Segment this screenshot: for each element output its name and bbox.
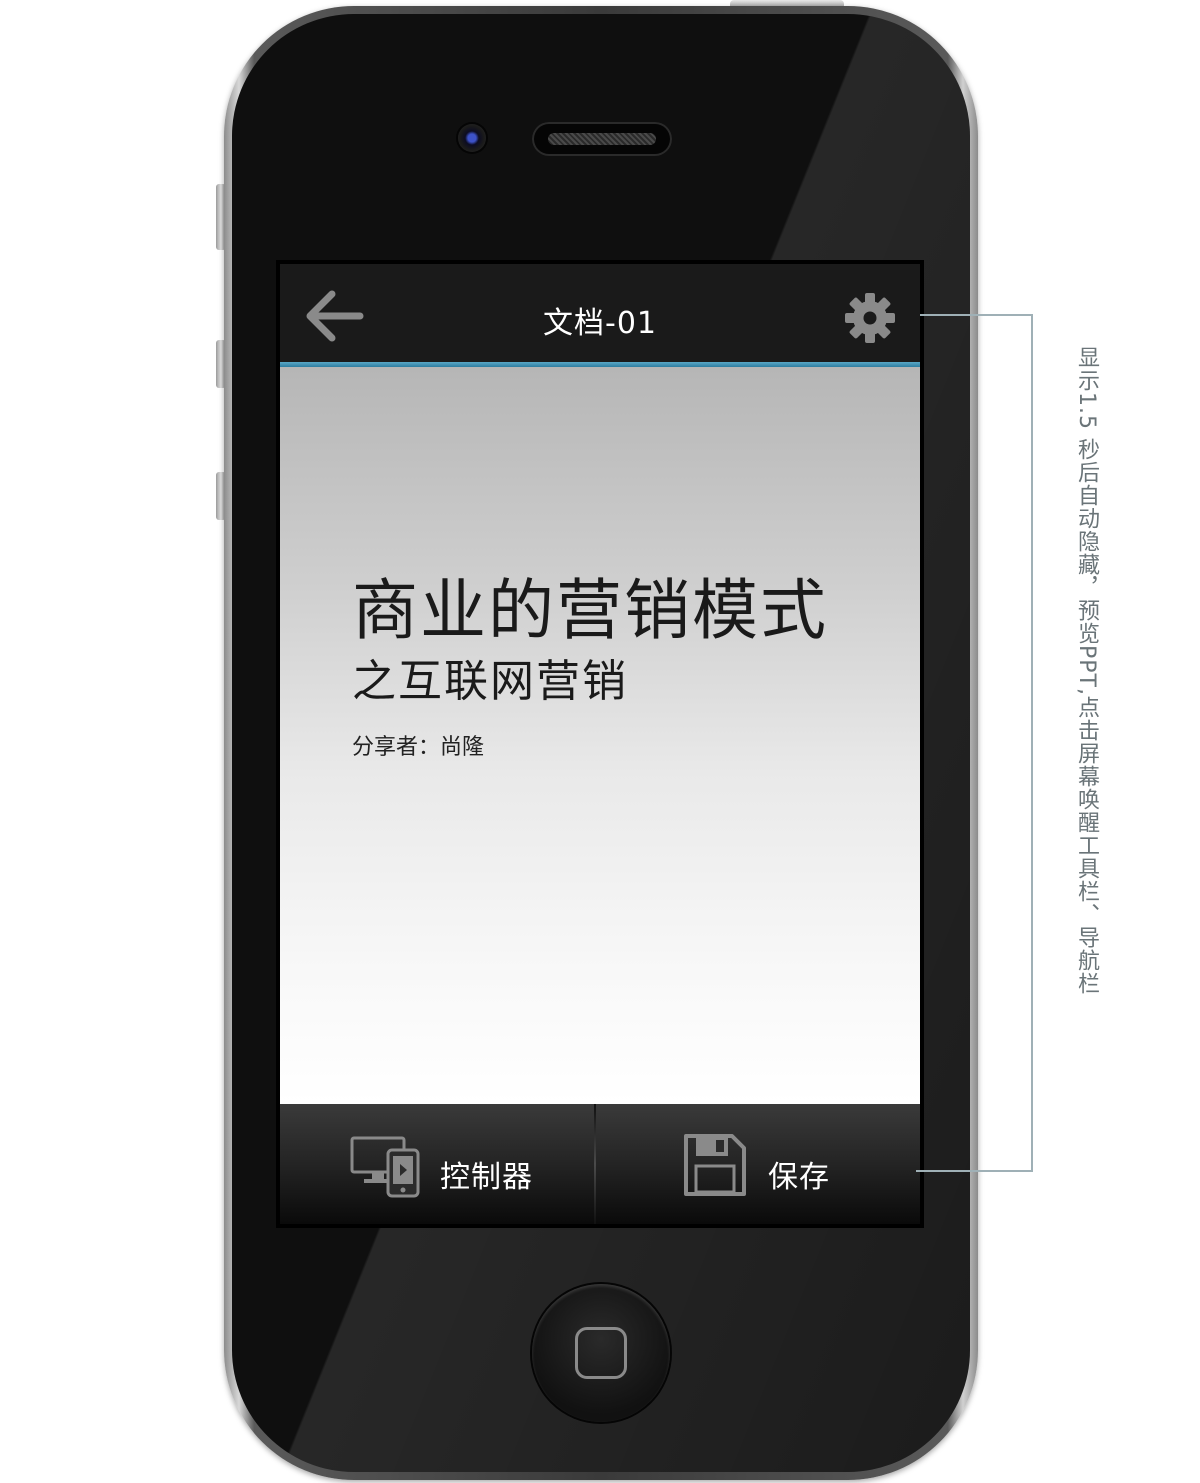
controller-label: 控制器 — [440, 1160, 533, 1195]
floppy-disk-icon — [684, 1134, 746, 1196]
annotation-bracket — [916, 314, 1033, 1172]
speaker-grill — [548, 133, 656, 145]
annotation-note: 显示1.5 秒后自动隐藏，预览PPT,点击屏幕唤醒工具栏、导航栏 — [1074, 346, 1099, 995]
slide-title: 商业的营销模式 — [352, 572, 828, 649]
page-title: 文档-01 — [543, 306, 657, 341]
gear-icon[interactable] — [844, 292, 896, 344]
slide-subtitle: 之互联网营销 — [352, 656, 628, 707]
navigation-bar: 文档-01 — [280, 264, 920, 364]
save-button[interactable]: 保存 — [596, 1104, 920, 1224]
phone-screen: 文档-01 商业的营销模式 之互联网营销 分享者：尚隆 控制器 保存 — [276, 260, 924, 1228]
home-square-icon — [575, 1327, 627, 1379]
save-label: 保存 — [768, 1160, 830, 1195]
monitor-phone-icon — [350, 1136, 420, 1198]
home-button[interactable] — [532, 1284, 670, 1422]
bottom-toolbar: 控制器 保存 — [280, 1104, 920, 1224]
front-camera — [458, 124, 486, 152]
earpiece-speaker — [532, 122, 672, 156]
controller-button[interactable]: 控制器 — [280, 1104, 594, 1224]
ppt-slide-preview[interactable]: 商业的营销模式 之互联网营销 分享者：尚隆 — [280, 367, 920, 1104]
slide-author: 分享者：尚隆 — [352, 735, 485, 760]
